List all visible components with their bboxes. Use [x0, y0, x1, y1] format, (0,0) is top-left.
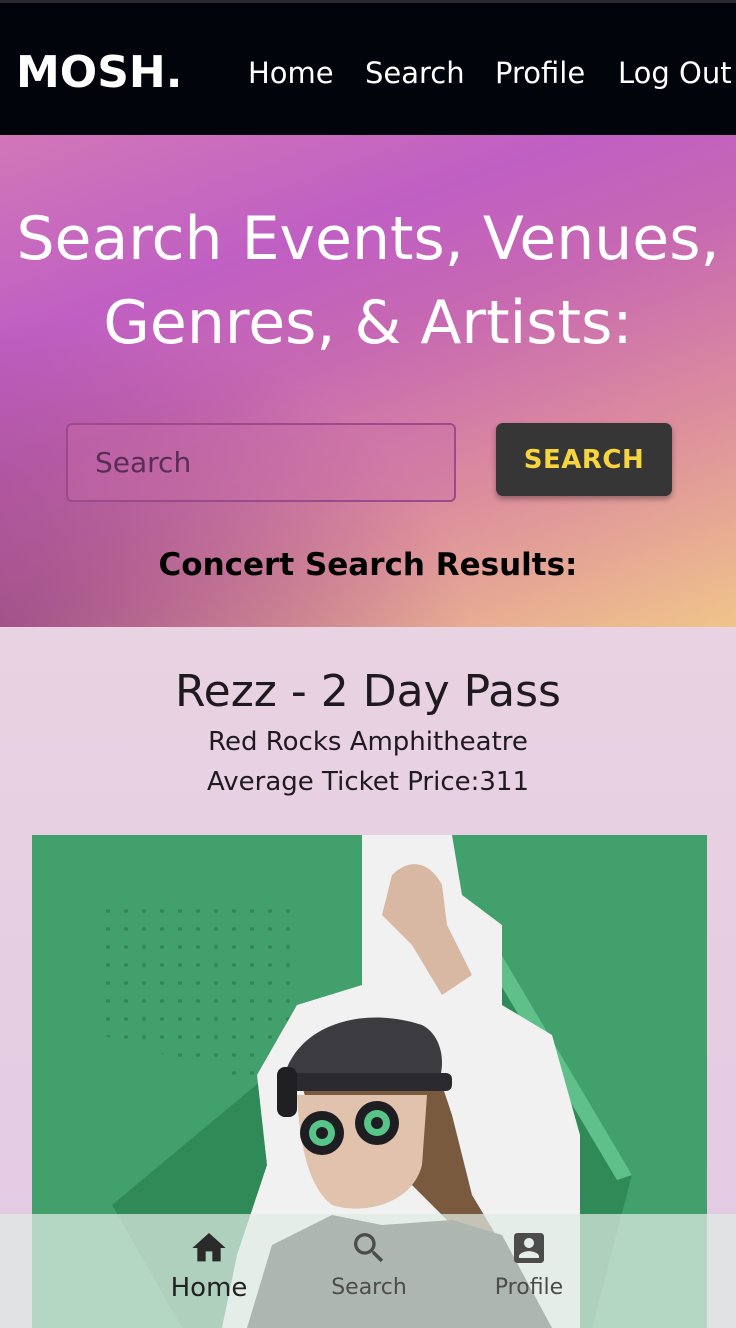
home-icon — [192, 1233, 226, 1262]
bottom-nav-profile-label: Profile — [494, 1275, 564, 1300]
bottom-nav-search[interactable]: Search — [309, 1228, 429, 1304]
page-title: Search Events, Venues, Genres, & Artists… — [0, 197, 736, 365]
event-average-price: Average Ticket Price:311 — [206, 767, 530, 797]
event-title[interactable]: Rezz - 2 Day Pass — [0, 665, 736, 719]
bottom-nav-profile[interactable]: Profile — [469, 1228, 589, 1304]
page-title-line-1: Search Events, Venues, — [16, 204, 720, 274]
search-input[interactable] — [66, 423, 456, 502]
bottom-nav-search-label: Search — [331, 1275, 407, 1300]
nav-link-search[interactable]: Search — [365, 53, 465, 93]
bottom-navbar: Home Search Profile — [0, 1214, 736, 1328]
search-icon — [354, 1233, 384, 1263]
top-navbar: MOSH. Home Search Profile Log Out — [0, 0, 736, 135]
nav-link-home[interactable]: Home — [248, 53, 334, 93]
event-venue: Red Rocks Amphitheatre — [208, 727, 528, 757]
bottom-nav-home[interactable]: Home — [149, 1228, 269, 1304]
nav-link-profile[interactable]: Profile — [495, 53, 585, 93]
bottom-nav-home-label: Home — [170, 1273, 248, 1303]
nav-link-logout[interactable]: Log Out — [618, 53, 732, 93]
search-button[interactable]: SEARCH — [496, 423, 672, 496]
brand-logo[interactable]: MOSH. — [16, 49, 182, 97]
page-title-line-2: Genres, & Artists: — [103, 288, 633, 358]
account-box-icon — [514, 1233, 544, 1263]
search-hero: Search Events, Venues, Genres, & Artists… — [0, 135, 736, 627]
results-heading: Concert Search Results: — [158, 547, 578, 583]
